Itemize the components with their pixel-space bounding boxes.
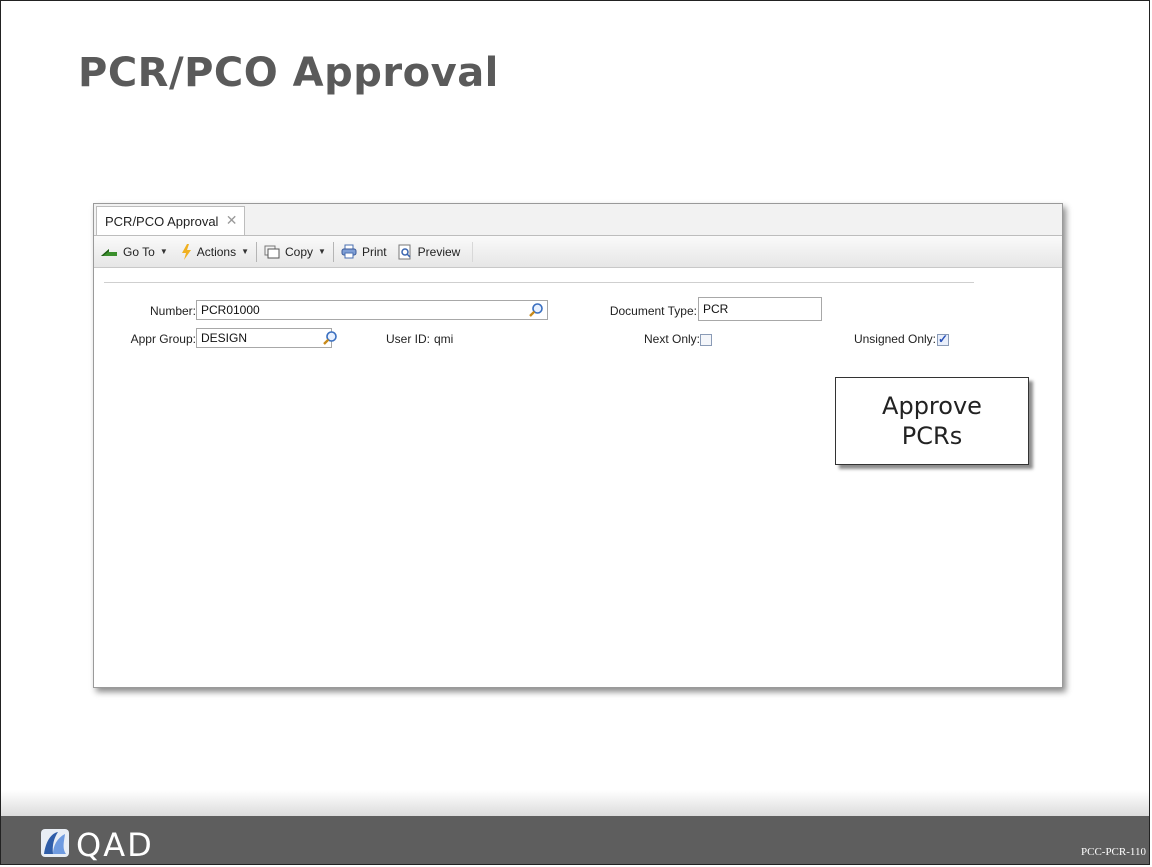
unsigned-only-label: Unsigned Only: [853, 332, 936, 346]
next-only-checkbox[interactable] [700, 334, 712, 346]
preview-label: Preview [417, 244, 461, 259]
actions-label: Actions [196, 244, 237, 259]
user-id-value: qmi [434, 332, 454, 346]
print-button[interactable]: Print [337, 241, 391, 263]
appr-group-field[interactable] [196, 328, 332, 348]
toolbar: Go To ▼ Actions ▼ Copy ▼ Print Preview [94, 236, 1062, 268]
actions-lightning-icon [180, 243, 192, 260]
print-label: Print [361, 244, 387, 259]
footer-bar [1, 816, 1149, 864]
search-icon[interactable] [527, 301, 545, 319]
preview-button[interactable]: Preview [393, 241, 465, 263]
slide-title: PCR/PCO Approval [78, 50, 499, 96]
copy-icon [264, 245, 280, 259]
unsigned-only-checkbox[interactable]: ✓ [937, 332, 949, 346]
copy-button[interactable]: Copy ▼ [260, 241, 330, 263]
user-id-label: User ID: [386, 332, 431, 346]
number-field[interactable] [196, 300, 548, 320]
form-divider [104, 282, 974, 283]
close-icon[interactable]: ✕ [226, 212, 238, 229]
appr-group-label: Appr Group: [130, 332, 196, 346]
footer-fade [1, 790, 1149, 816]
callout-line1: Approve [882, 392, 982, 420]
number-label: Number: [149, 304, 196, 318]
document-type-field[interactable] [698, 297, 822, 321]
search-icon[interactable] [321, 329, 339, 347]
chevron-down-icon: ▼ [318, 247, 326, 256]
slide-code: PCC-PCR-110 [1080, 846, 1146, 858]
toolbar-separator [332, 241, 334, 262]
actions-button[interactable]: Actions ▼ [176, 241, 253, 263]
qad-logo: QAD [40, 826, 154, 864]
copy-label: Copy [285, 244, 314, 259]
tab-strip: PCR/PCO Approval ✕ [94, 204, 1062, 236]
callout-line2: PCRs [901, 422, 963, 450]
goto-button[interactable]: Go To ▼ [96, 241, 172, 263]
callout-box: Approve PCRs [835, 377, 1029, 465]
toolbar-separator [472, 241, 474, 262]
tab-label: PCR/PCO Approval [105, 213, 219, 229]
goto-label: Go To [123, 244, 155, 259]
print-icon [341, 244, 357, 259]
next-only-label: Next Only: [643, 332, 700, 346]
chevron-down-icon: ▼ [241, 247, 250, 256]
goto-arrow-icon [100, 246, 118, 258]
chevron-down-icon: ▼ [159, 247, 168, 256]
preview-icon [397, 244, 413, 260]
document-type-label: Document Type: [609, 304, 697, 318]
tab-pcr-pco-approval[interactable]: PCR/PCO Approval ✕ [96, 206, 246, 235]
qad-logo-icon [40, 828, 70, 863]
toolbar-separator [256, 241, 258, 262]
logo-text: QAD [76, 826, 154, 864]
checkmark-icon: ✓ [938, 332, 949, 346]
